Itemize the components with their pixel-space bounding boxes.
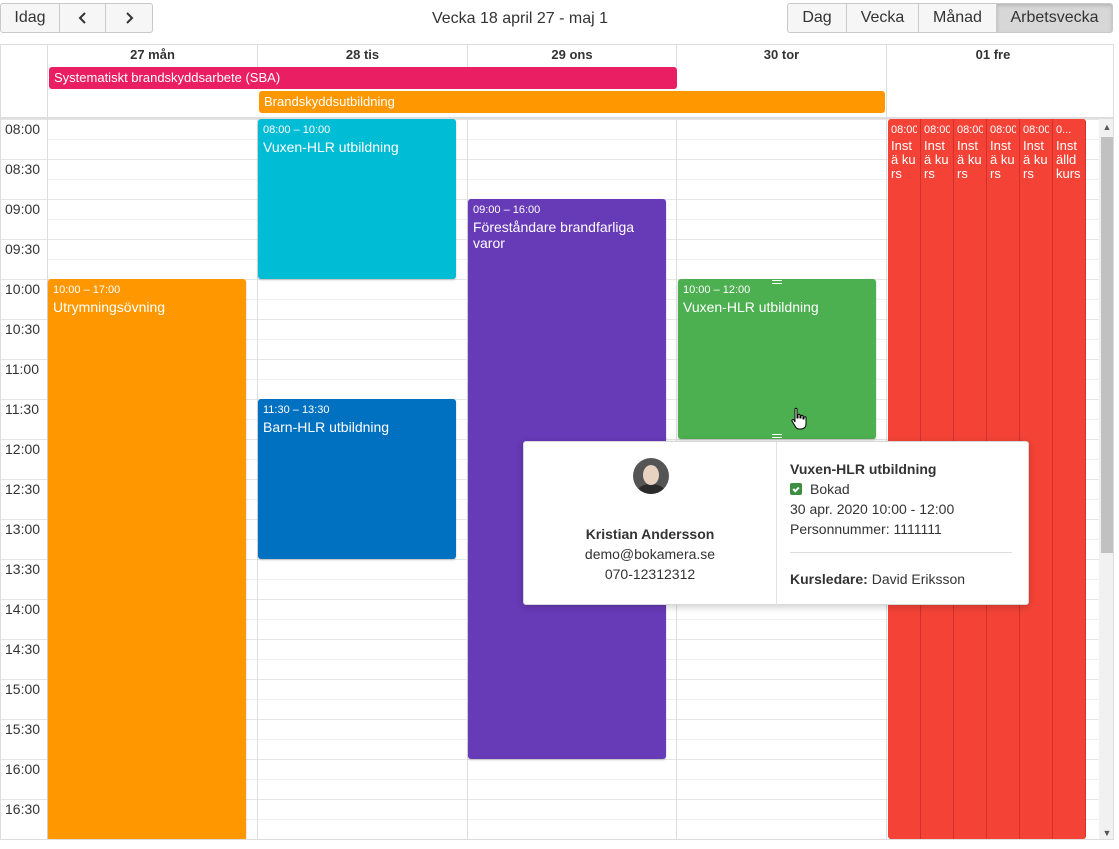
event-time: 08:00	[891, 124, 917, 136]
event-title: Utrymningsövning	[53, 299, 166, 315]
customer-name: Kristian Andersson	[585, 526, 715, 542]
event-time: 10:00 – 17:00	[53, 284, 121, 296]
time-label: 08:30	[5, 161, 41, 177]
event-barn-hlr[interactable]: 11:30 – 13:30 Barn-HLR utbildning	[258, 399, 456, 559]
time-label: 14:00	[5, 601, 41, 617]
week-title: Vecka 18 april 27 - maj 1	[431, 10, 609, 27]
time-label: 15:00	[5, 681, 41, 697]
view-month-button[interactable]: Månad	[918, 3, 997, 33]
vertical-scrollbar[interactable]: ▲ ▼	[1099, 119, 1113, 839]
event-time: 08:00	[957, 124, 983, 136]
event-title: Föreståndare brandfarliga varor	[473, 219, 635, 251]
event-title: Instä kurs	[924, 138, 949, 181]
allday-event-brandskydd[interactable]: Brandskyddsutbildning	[259, 91, 885, 113]
day-header-fri[interactable]: 01 fre	[886, 45, 1099, 67]
event-title: Instä kurs	[891, 138, 916, 181]
booking-info: Vuxen-HLR utbildning Bokad 30 apr. 2020 …	[790, 442, 1020, 606]
event-title: Inställd kurs	[1056, 138, 1081, 181]
allday-row: Systematiskt brandskyddsarbete (SBA) Bra…	[1, 67, 1113, 117]
time-label: 12:30	[5, 481, 41, 497]
scroll-up-icon[interactable]: ▲	[1099, 119, 1113, 135]
calendar-app: Idag Vecka 18 april 27 - maj 1 Dag Vecka…	[0, 0, 1119, 849]
time-label: 10:30	[5, 321, 41, 337]
event-installd-kurs[interactable]: 0... Inställd kurs	[1053, 119, 1086, 839]
view-week-button[interactable]: Vecka	[846, 3, 919, 33]
booking-personnummer: Personnummer: 1111111	[790, 521, 942, 537]
event-title: Barn-HLR utbildning	[263, 419, 390, 435]
time-label: 16:00	[5, 761, 41, 777]
day-header-mon[interactable]: 27 mån	[47, 45, 257, 67]
chevron-right-icon	[126, 12, 134, 24]
event-time: 08:00	[1023, 124, 1049, 136]
leader-name: David Eriksson	[871, 571, 966, 587]
event-time: 08:00	[924, 124, 950, 136]
hand-cursor-icon	[791, 407, 807, 430]
scroll-down-icon[interactable]: ▼	[1099, 825, 1113, 839]
today-button[interactable]: Idag	[0, 3, 60, 33]
event-title: Instä kurs	[957, 138, 982, 181]
booking-datetime: 30 apr. 2020 10:00 - 12:00	[790, 501, 955, 517]
booking-status: Bokad	[790, 481, 850, 497]
scroll-thumb[interactable]	[1101, 137, 1113, 553]
event-utrymningsovning[interactable]: 10:00 – 17:00 Utrymningsövning	[48, 279, 246, 839]
time-label: 15:30	[5, 721, 41, 737]
time-label: 14:30	[5, 641, 41, 657]
event-time: 08:00 – 10:00	[263, 124, 331, 136]
resize-handle-top[interactable]	[772, 280, 782, 284]
event-vuxen-hlr-thu[interactable]: 10:00 – 12:00 Vuxen-HLR utbildning	[678, 279, 876, 439]
event-title: Vuxen-HLR utbildning	[263, 139, 399, 155]
day-header-tue[interactable]: 28 tis	[257, 45, 467, 67]
prev-button[interactable]	[59, 3, 106, 33]
day-header-thu[interactable]: 30 tor	[676, 45, 886, 67]
time-label: 10:00	[5, 281, 41, 297]
next-button[interactable]	[105, 3, 153, 33]
time-label: 09:30	[5, 241, 41, 257]
time-label: 09:00	[5, 201, 41, 217]
time-label: 11:00	[5, 361, 39, 377]
view-day-button[interactable]: Dag	[787, 3, 847, 33]
avatar	[633, 458, 669, 494]
event-time: 08:00	[990, 124, 1016, 136]
event-time: 0...	[1056, 124, 1072, 136]
customer-info: Kristian Andersson demo@bokamera.se 070-…	[524, 442, 776, 606]
allday-event-sba[interactable]: Systematiskt brandskyddsarbete (SBA)	[49, 67, 677, 89]
status-text: Bokad	[810, 481, 850, 497]
customer-email: demo@bokamera.se	[584, 546, 716, 562]
booking-popover: Kristian Andersson demo@bokamera.se 070-…	[523, 441, 1029, 606]
time-label: 13:30	[5, 561, 41, 577]
time-label: 16:30	[5, 801, 41, 817]
event-time: 10:00 – 12:00	[683, 284, 751, 296]
day-header-wed[interactable]: 29 ons	[467, 45, 676, 67]
booking-leader: Kursledare: David Eriksson	[790, 571, 965, 587]
booking-title: Vuxen-HLR utbildning	[790, 461, 937, 477]
event-title: Instä kurs	[1023, 138, 1048, 181]
time-label: 12:00	[5, 441, 41, 457]
customer-phone: 070-12312312	[604, 566, 696, 582]
time-label: 13:00	[5, 521, 41, 537]
event-title: Vuxen-HLR utbildning	[683, 299, 819, 315]
event-time: 09:00 – 16:00	[473, 204, 541, 216]
resize-handle-bottom[interactable]	[772, 434, 782, 438]
event-vuxen-hlr-tue[interactable]: 08:00 – 10:00 Vuxen-HLR utbildning	[258, 119, 456, 279]
calendar-check-icon	[790, 483, 802, 495]
event-title: Instä kurs	[990, 138, 1015, 181]
view-workweek-button[interactable]: Arbetsvecka	[996, 3, 1113, 33]
time-label: 08:00	[5, 121, 41, 137]
leader-label: Kursledare:	[790, 571, 868, 587]
time-label: 11:30	[5, 401, 39, 417]
chevron-left-icon	[78, 12, 86, 24]
event-time: 11:30 – 13:30	[263, 404, 330, 416]
